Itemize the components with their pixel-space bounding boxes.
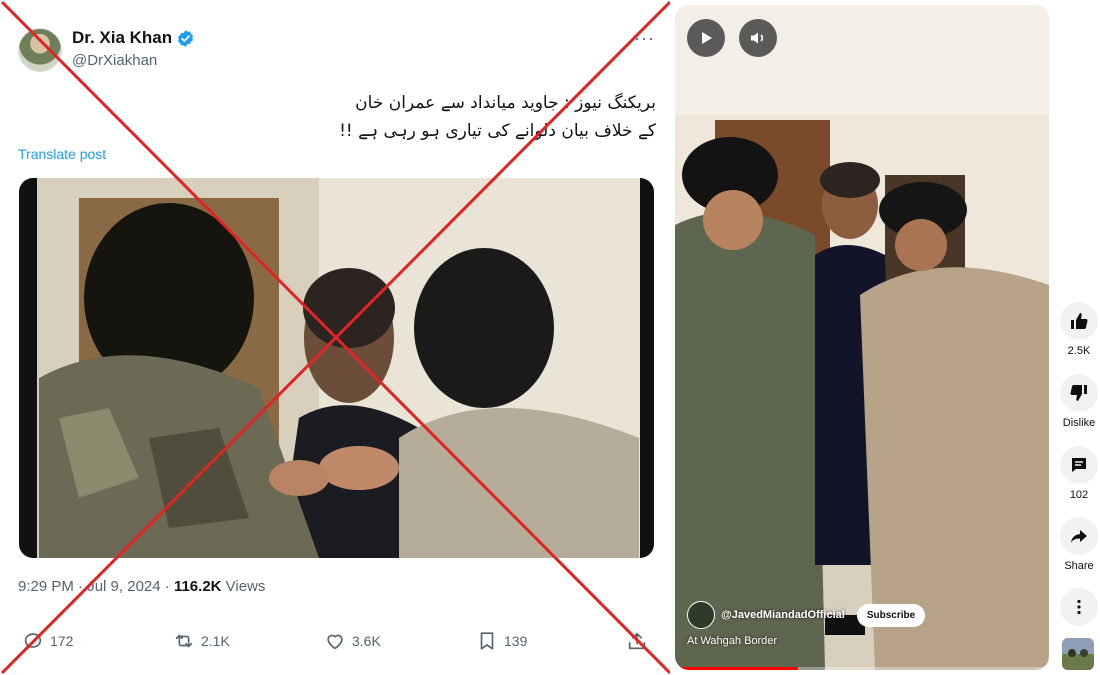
tweet-date[interactable]: Jul 9, 2024 [87,578,160,595]
play-button[interactable] [687,19,725,57]
repost-button[interactable]: 2.1K [173,630,230,652]
author-handle[interactable]: @DrXiakhan [72,52,157,69]
tweet-video-frame [19,178,654,558]
meta-separator: · [78,578,88,595]
like-count-rail: 2.5K [1067,345,1091,357]
share-label: Share [1064,560,1094,572]
video-progress-fill [675,667,799,670]
bookmark-button[interactable]: 139 [476,630,527,652]
channel-name[interactable]: @JavedMiandadOfficial [721,609,845,621]
channel-avatar[interactable] [687,601,715,629]
letterbox-right [640,178,654,558]
letterbox-left [19,178,37,558]
thumbs-down-icon [1070,385,1087,401]
like-button[interactable]: 3.6K [324,630,381,652]
views-label: Views [225,578,266,595]
tweet-meta: 9:29 PM · Jul 9, 2024 · 116.2K Views [18,578,265,595]
like-button-rail[interactable] [1060,302,1098,340]
reply-button[interactable]: 172 [22,630,73,652]
repost-icon [175,634,193,648]
share-upload-icon [628,632,646,650]
repost-count: 2.1K [201,633,230,649]
share-button-rail[interactable] [1060,517,1098,555]
author-avatar[interactable] [18,28,62,72]
short-video-player[interactable]: @JavedMiandadOfficial Subscribe At Wahga… [675,5,1049,670]
comment-count: 102 [1069,489,1089,501]
comment-icon [1072,458,1086,472]
meta-separator: · [164,578,174,595]
tweet-video[interactable] [19,178,654,558]
more-options-button[interactable] [1060,588,1098,626]
tweet-actions: 172 2.1K 3.6K 139 [18,630,658,660]
volume-icon [751,32,764,44]
more-dots-icon[interactable]: ··· [634,28,655,49]
views-count: 116.2K [173,578,222,595]
video-caption: At Wahgah Border [687,635,778,647]
more-vertical-icon [1077,599,1081,615]
play-icon [702,32,712,44]
share-arrow-icon [1071,530,1087,543]
comments-button[interactable] [1060,446,1098,484]
volume-button[interactable] [739,19,777,57]
translate-post-link[interactable]: Translate post [18,146,106,162]
audio-thumbnail[interactable] [1062,638,1094,670]
bookmark-count: 139 [504,633,528,649]
subscribe-button[interactable]: Subscribe [856,603,926,627]
reply-count: 172 [50,633,74,649]
share-button[interactable] [626,630,648,652]
tweet-text-line-1: بریکنگ نیوز : جاوید میانداد سے عمران خان [355,93,656,113]
thumbs-up-icon [1071,313,1088,329]
heart-icon [327,634,343,650]
dislike-label: Dislike [1062,417,1096,429]
tweet-time[interactable]: 9:29 PM [18,578,74,595]
channel-row: @JavedMiandadOfficial Subscribe [687,601,926,629]
tweet-text-line-2: کے خلاف بیان دلوانے کی تیاری ہو رہی ہے !… [339,121,656,141]
dislike-button[interactable] [1060,374,1098,412]
like-count: 3.6K [352,633,381,649]
video-progress-bar[interactable] [675,667,1049,670]
reply-icon [24,633,42,650]
verified-badge-icon [177,30,194,47]
tweet-card: Dr. Xia Khan @DrXiakhan ··· بریکنگ نیوز … [0,0,670,675]
bookmark-icon [480,632,494,650]
video-frame [675,5,1049,670]
audio-thumbnail-image [1062,638,1094,670]
author-name[interactable]: Dr. Xia Khan [72,28,172,48]
